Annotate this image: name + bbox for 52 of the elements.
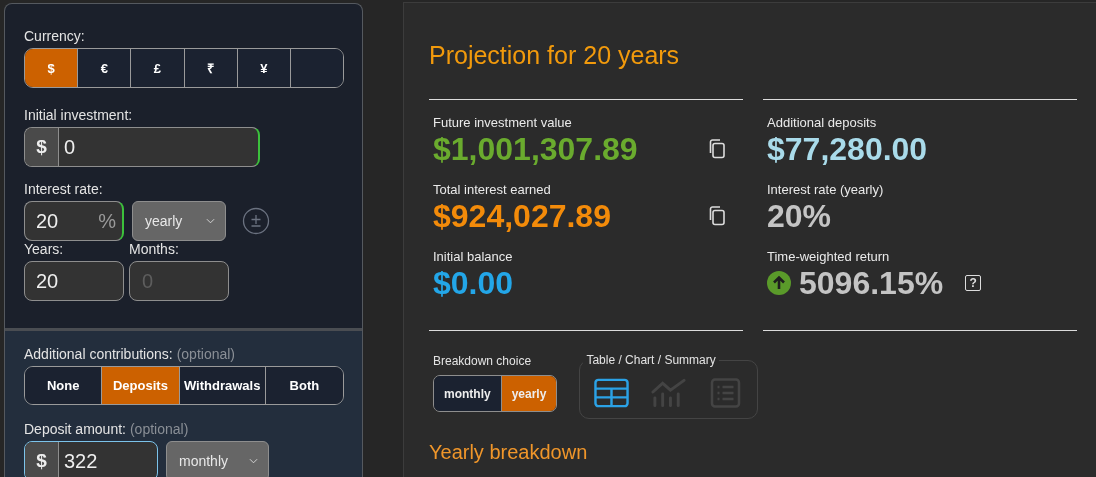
results-title: Projection for 20 years (429, 40, 681, 70)
field-label: Additional contributions: (24, 346, 173, 362)
stat-label: Future investment value (433, 115, 573, 130)
stat-label: Initial balance (433, 249, 514, 264)
field-label: Years: (24, 241, 65, 257)
input-field[interactable]: 20 % (24, 201, 124, 241)
contribution-option[interactable]: Withdrawals (178, 367, 265, 404)
section-title: Yearly breakdown (429, 441, 589, 464)
currency-button[interactable]: $ (25, 49, 78, 87)
currency-button[interactable]: £ (130, 49, 184, 87)
currency-prefix: $ (25, 442, 59, 477)
input-field[interactable]: $ 322 (24, 441, 158, 477)
stat-value: $1,001,307.89 (433, 130, 638, 168)
chevron-icon (206, 218, 215, 224)
breakdown-option[interactable]: yearly (500, 376, 557, 411)
field-label: Deposit amount: (24, 421, 126, 437)
frequency-select[interactable]: monthly (166, 441, 269, 477)
currency-prefix: $ (25, 128, 59, 166)
input-field[interactable]: $ 0 (24, 127, 260, 167)
optional-note: (optional) (129, 421, 189, 437)
stat-value: $0.00 (433, 264, 514, 302)
breakdown-option[interactable]: monthly (434, 376, 501, 411)
field-label: Months: (129, 241, 180, 257)
stat-value: $77,280.00 (767, 130, 928, 168)
help-button[interactable]: ? (965, 275, 982, 291)
view-label: Table / Chart / Summary (583, 353, 719, 367)
field-label: Initial investment: (24, 107, 134, 123)
contribution-option[interactable]: Both (264, 367, 343, 404)
contribution-option[interactable]: None (25, 367, 102, 404)
stat-label: Total interest earned (433, 182, 552, 197)
currency-button[interactable] (289, 49, 343, 87)
copy-icon[interactable] (707, 138, 727, 160)
stat-label: Time-weighted return (767, 249, 891, 264)
table-icon[interactable] (594, 378, 630, 408)
stat-value: $924,027.89 (433, 197, 611, 235)
currency-button[interactable]: ₹ (183, 49, 237, 87)
contribution-option[interactable]: Deposits (101, 367, 179, 404)
field-label: Interest rate: (24, 181, 104, 197)
stat-value: 5096.15% (799, 264, 944, 302)
input-field[interactable]: 20 (24, 261, 124, 301)
stat-value: 20% (767, 197, 832, 235)
frequency-select[interactable]: yearly (132, 201, 226, 241)
breakdown-label: Breakdown choice (433, 354, 533, 368)
plus-minus-icon[interactable] (242, 207, 270, 235)
currency-button[interactable]: ¥ (236, 49, 290, 87)
currency-label: Currency: (24, 28, 86, 44)
chevron-icon (249, 458, 258, 464)
currency-button[interactable]: € (77, 49, 131, 87)
stat-label: Interest rate (yearly) (767, 182, 885, 197)
stat-label: Additional deposits (767, 115, 878, 130)
optional-note: (optional) (176, 346, 236, 362)
copy-icon[interactable] (707, 205, 727, 227)
